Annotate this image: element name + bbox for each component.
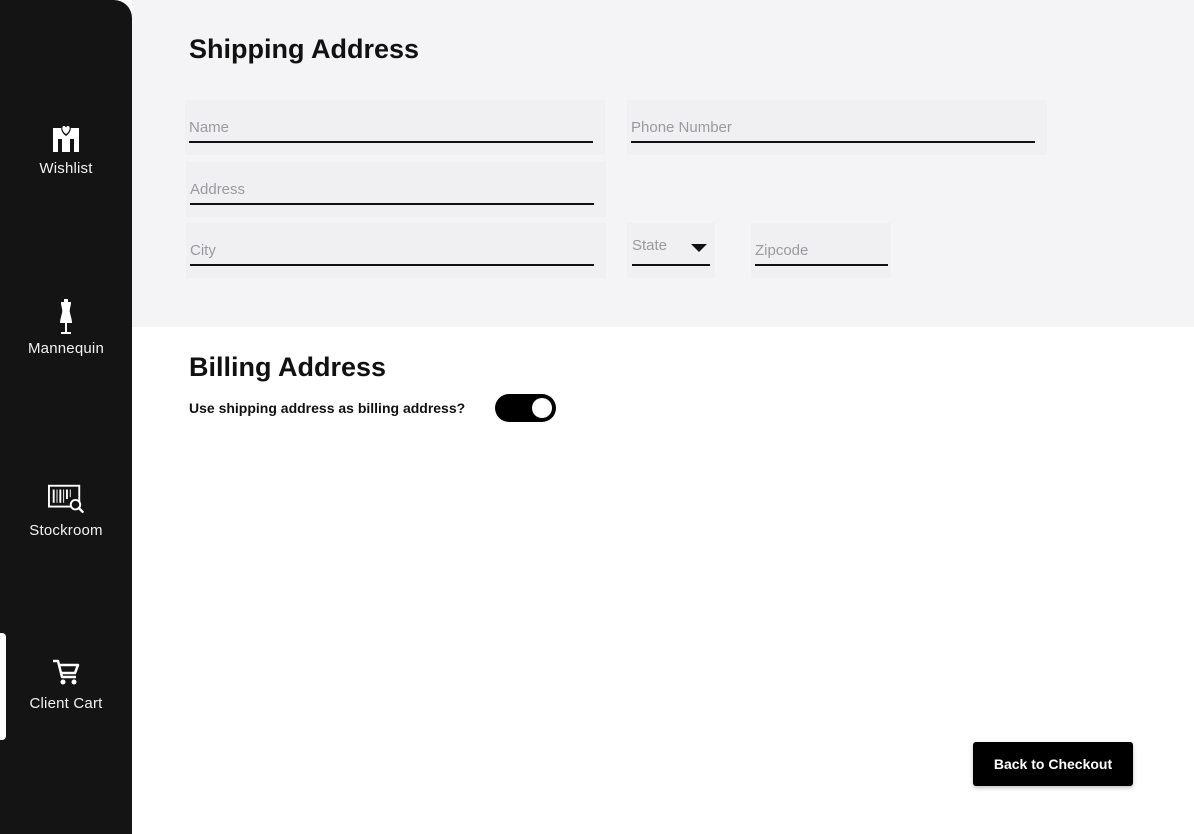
name-field[interactable]: [189, 100, 593, 143]
billing-title: Billing Address: [189, 352, 387, 382]
chevron-down-icon: [691, 244, 707, 252]
sidebar-item-label: Client Cart: [29, 695, 103, 712]
name-field-wrapper: [185, 100, 605, 155]
app: Wishlist Mannequin Stockroom Client Cart…: [0, 0, 1194, 834]
state-select-placeholder: State: [632, 237, 668, 254]
address-field-wrapper: [186, 162, 606, 217]
state-select[interactable]: State: [627, 223, 715, 278]
wishlist-icon: [48, 120, 84, 154]
sidebar-item-mannequin[interactable]: Mannequin: [0, 299, 132, 357]
use-shipping-as-billing-toggle[interactable]: [495, 394, 556, 422]
city-field[interactable]: [190, 223, 594, 266]
zipcode-field[interactable]: [755, 223, 888, 266]
billing-toggle-label: Use shipping address as billing address?: [189, 400, 466, 416]
shipping-address-section: Shipping Address State: [132, 0, 1194, 327]
state-select-box[interactable]: State: [632, 223, 710, 266]
zipcode-field-wrapper: [751, 223, 891, 278]
sidebar-item-label: Stockroom: [29, 522, 103, 539]
address-field[interactable]: [190, 162, 594, 205]
back-to-checkout-button[interactable]: Back to Checkout: [973, 742, 1133, 786]
sidebar-item-label: Mannequin: [27, 340, 105, 357]
phone-number-field[interactable]: [631, 100, 1035, 143]
sidebar-item-client-cart[interactable]: Client Cart: [0, 655, 132, 712]
stockroom-icon: [48, 482, 84, 516]
sidebar: Wishlist Mannequin Stockroom Client Cart: [0, 0, 132, 834]
cart-icon: [48, 655, 84, 689]
phone-field-wrapper: [627, 100, 1047, 155]
city-field-wrapper: [186, 223, 606, 278]
sidebar-item-stockroom[interactable]: Stockroom: [0, 482, 132, 539]
mannequin-icon: [48, 299, 84, 334]
sidebar-item-wishlist[interactable]: Wishlist: [0, 120, 132, 177]
toggle-knob: [532, 398, 552, 418]
sidebar-item-label: Wishlist: [39, 160, 93, 177]
shipping-title: Shipping Address: [189, 34, 420, 64]
